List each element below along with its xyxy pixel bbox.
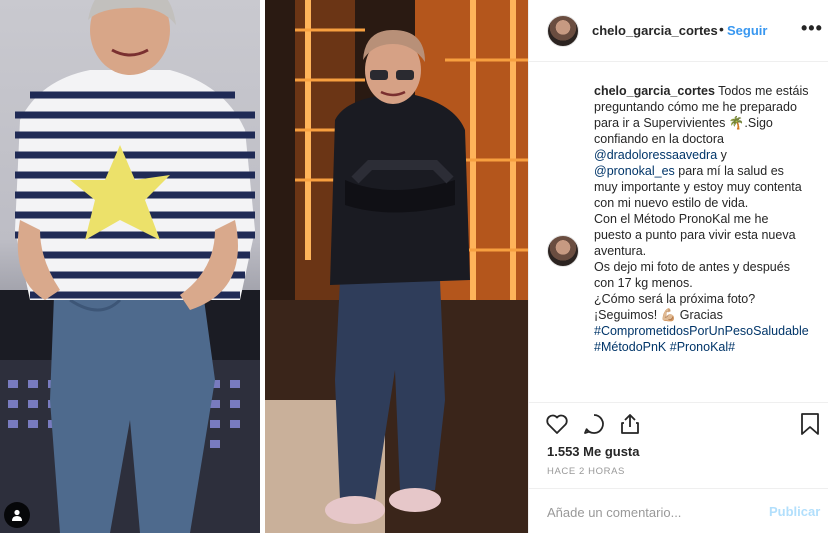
share-icon <box>621 414 639 434</box>
mention-link[interactable]: @pronokal_es <box>594 164 675 178</box>
caption-username[interactable]: chelo_garcia_cortes <box>594 84 715 98</box>
caption-part: ¿Cómo será la próxima foto? <box>594 292 756 306</box>
before-photo-illustration <box>0 0 260 533</box>
caption-part: Con el Método PronoKal me he puesto a pu… <box>594 212 796 258</box>
post-photo[interactable] <box>0 0 528 533</box>
share-button[interactable] <box>618 412 644 438</box>
post-header: chelo_garcia_cortes • Seguir ••• <box>529 0 828 62</box>
save-button[interactable] <box>799 412 825 438</box>
person-icon <box>12 509 22 521</box>
header-separator: • <box>719 21 724 37</box>
caption-part: Os dejo mi foto de antes y después con 1… <box>594 260 790 290</box>
hashtag-link[interactable]: #PronoKal# <box>670 340 735 354</box>
post-timestamp[interactable]: HACE 2 HORAS <box>547 466 625 477</box>
author-username[interactable]: chelo_garcia_cortes <box>592 23 718 38</box>
caption-text: chelo_garcia_cortes Todos me estáis preg… <box>594 83 809 355</box>
follow-button[interactable]: Seguir <box>727 23 767 38</box>
caption-part: ¡Seguimos! <box>594 308 658 322</box>
user-tag-button[interactable] <box>4 502 30 528</box>
caption-part: confiando en la doctora <box>594 132 724 146</box>
comment-input[interactable] <box>547 503 747 521</box>
hashtag-link[interactable]: #ComprometidosPorUnPesoSaludable <box>594 324 809 338</box>
caption-avatar[interactable] <box>547 235 579 267</box>
post-actions: 1.553 Me gusta HACE 2 HORAS Publicar <box>529 402 828 532</box>
author-avatar[interactable] <box>547 15 579 47</box>
ellipsis-icon: ••• <box>801 18 823 38</box>
palm-tree-emoji: 🌴 <box>728 116 745 130</box>
after-photo <box>265 0 528 533</box>
mention-link[interactable]: @dradoloressaavedra <box>594 148 717 162</box>
publish-button[interactable]: Publicar <box>769 504 820 519</box>
caption-part: y <box>720 148 727 162</box>
caption-part: .Sigo <box>744 116 773 130</box>
like-count[interactable]: 1.553 Me gusta <box>547 444 640 459</box>
after-photo-illustration <box>265 0 528 533</box>
post-side-panel: chelo_garcia_cortes • Seguir ••• chelo_g… <box>528 0 828 533</box>
muscle-emoji: 💪🏼 <box>660 308 677 322</box>
comments-area[interactable]: chelo_garcia_cortes Todos me estáis preg… <box>529 63 828 401</box>
heart-icon <box>546 414 568 434</box>
more-options-button[interactable]: ••• <box>801 18 823 39</box>
comment-button[interactable] <box>582 412 608 438</box>
hashtag-link[interactable]: #MétodoPnK <box>594 340 666 354</box>
add-comment-row: Publicar <box>529 488 828 533</box>
like-button[interactable] <box>545 412 571 438</box>
before-photo <box>0 0 260 533</box>
caption-part: Gracias <box>679 308 723 322</box>
comment-bubble-icon <box>584 414 604 434</box>
bookmark-icon <box>801 413 819 435</box>
